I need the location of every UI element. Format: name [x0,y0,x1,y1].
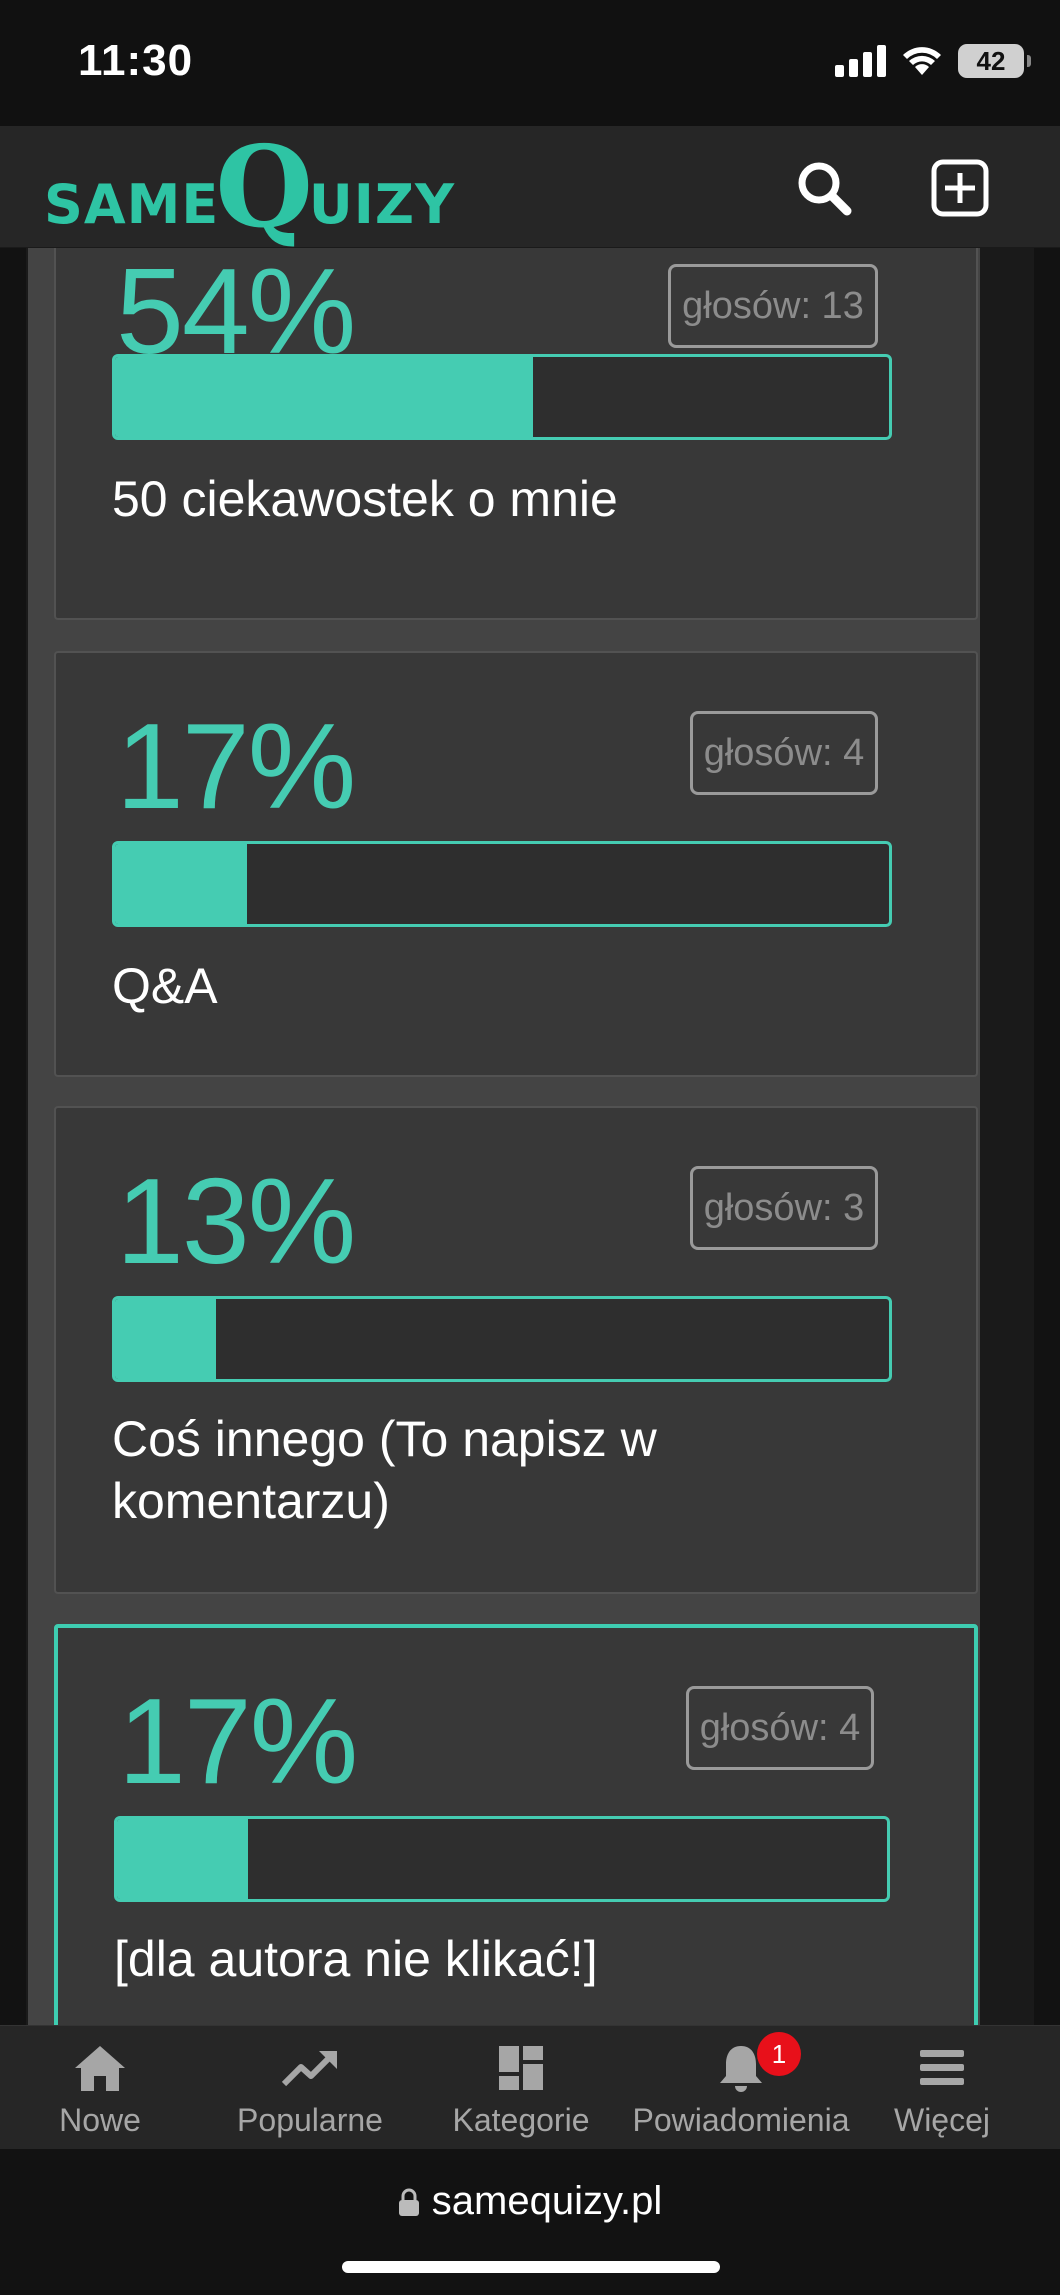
status-time: 11:30 [78,36,194,85]
nav-item-popularne[interactable]: Popularne [190,2040,430,2139]
bottom-nav: Nowe Popularne Kategorie 1 Powiadomienia… [0,2025,1060,2149]
nav-label: Kategorie [452,2102,590,2138]
result-percent: 13% [116,1153,356,1289]
result-percent: 17% [116,698,356,834]
result-card: 17% głosów: 4 Q&A [54,651,978,1077]
nav-label: Popularne [237,2102,383,2138]
nav-label: Powiadomienia [632,2102,850,2138]
votes-badge: głosów: 3 [690,1166,878,1250]
progress-bar-fill [117,1819,248,1899]
answer-text: Coś innego (To napisz w komentarzu) [112,1411,657,1529]
status-bar: 11:30 42 [0,0,1060,126]
samequizy-logo[interactable]: SAME Q UIZY [44,122,456,253]
wifi-icon [903,47,941,75]
url-text: samequizy.pl [431,2179,663,2223]
result-card-selected: 17% głosów: 4 [dla autora nie klikać!] [54,1624,978,2025]
progress-bar [112,354,892,440]
nav-label: Więcej [893,2102,990,2138]
url-field[interactable]: samequizy.pl [0,2179,1060,2224]
nav-item-nowe[interactable]: Nowe [0,2040,220,2139]
menu-icon [920,2050,964,2085]
add-quiz-button[interactable] [928,156,992,220]
grid-icon [499,2046,543,2090]
progress-bar-fill [115,1299,216,1379]
browser-url-bar: samequizy.pl [0,2149,1060,2295]
votes-badge: głosów: 13 [668,264,878,348]
trending-icon [281,2051,337,2087]
progress-bar [112,841,892,927]
lock-icon [398,2188,419,2216]
answer-text: 50 ciekawostek o mnie [112,471,618,527]
nav-item-wiecej[interactable]: Więcej [822,2040,1060,2139]
battery-icon: 42 [958,44,1031,78]
search-button[interactable] [792,156,856,220]
notification-badge: 1 [757,2032,801,2076]
votes-badge: głosów: 4 [686,1686,874,1770]
progress-bar [114,1816,890,1902]
app-header: SAME Q UIZY [0,126,1060,248]
progress-bar-fill [115,844,247,924]
cellular-signal-icon [835,45,886,77]
home-icon [75,2046,125,2091]
logo-text-same: SAME [44,173,220,236]
results-content[interactable]: 54% głosów: 13 50 ciekawostek o mnie 17%… [0,248,1060,2025]
votes-badge: głosów: 4 [690,711,878,795]
result-card: 54% głosów: 13 50 ciekawostek o mnie [54,248,978,620]
progress-bar [112,1296,892,1382]
progress-bar-fill [115,357,533,437]
nav-label: Nowe [59,2102,141,2138]
status-icons: 42 [835,44,1031,78]
home-indicator[interactable] [342,2261,720,2273]
answer-text: [dla autora nie klikać!] [114,1931,598,1987]
result-card: 13% głosów: 3 Coś innego (To napisz w ko… [54,1106,978,1594]
result-percent: 17% [118,1673,358,1809]
logo-text-uizy: UIZY [308,173,456,236]
answer-text: Q&A [112,958,218,1014]
nav-item-kategorie[interactable]: Kategorie [401,2040,641,2139]
plus-square-icon [931,159,989,217]
search-icon [798,162,852,216]
logo-text-q: Q [215,122,313,253]
